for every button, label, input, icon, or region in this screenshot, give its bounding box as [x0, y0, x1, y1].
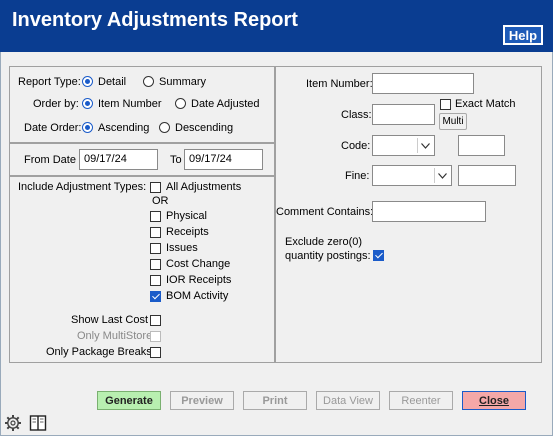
report-type-label: Report Type:	[18, 76, 81, 88]
order-by-date-adjusted-radio[interactable]	[175, 98, 186, 109]
physical-checkbox[interactable]	[150, 211, 161, 222]
physical-label[interactable]: Physical	[166, 209, 207, 223]
print-button[interactable]: Print	[243, 391, 307, 410]
date-order-ascending-label[interactable]: Ascending	[98, 121, 149, 135]
to-date-input[interactable]: 09/17/24	[184, 149, 263, 170]
reenter-button-label: Reenter	[401, 394, 441, 407]
window-title: Inventory Adjustments Report	[12, 9, 298, 31]
cost-change-checkbox[interactable]	[150, 259, 161, 270]
date-order-label: Date Order:	[24, 122, 82, 134]
close-button-label: Close	[479, 394, 509, 407]
comment-contains-input[interactable]	[372, 201, 486, 222]
date-order-ascending-radio[interactable]	[82, 122, 93, 133]
or-label: OR	[152, 195, 169, 207]
exclude-zero-label-line2: quantity postings:	[285, 250, 371, 262]
only-package-breaks-checkbox[interactable]	[150, 347, 161, 358]
fine-label: Fine:	[345, 170, 370, 182]
exclude-zero-checkbox[interactable]	[373, 250, 384, 261]
order-by-item-number-radio[interactable]	[82, 98, 93, 109]
multi-button[interactable]: Multi	[439, 113, 467, 130]
close-button[interactable]: Close	[462, 391, 526, 410]
to-date-label: To	[170, 154, 182, 166]
item-number-input[interactable]	[372, 73, 474, 94]
order-by-label: Order by:	[33, 98, 79, 110]
chevron-down-icon	[434, 168, 449, 183]
cost-change-label[interactable]: Cost Change	[166, 257, 230, 271]
book-icon[interactable]	[29, 414, 47, 432]
show-last-cost-checkbox[interactable]	[150, 315, 161, 326]
comment-contains-label: Comment Contains:	[276, 206, 374, 218]
issues-checkbox[interactable]	[150, 243, 161, 254]
exact-match-checkbox[interactable]	[440, 99, 451, 110]
code-label: Code:	[341, 140, 371, 152]
help-button[interactable]: Help	[503, 25, 543, 45]
from-date-label: From Date	[24, 154, 76, 166]
show-last-cost-label[interactable]: Show Last Cost	[71, 313, 148, 327]
order-by-item-number-label[interactable]: Item Number	[98, 97, 162, 111]
data-view-button-label: Data View	[323, 394, 373, 407]
report-type-summary-label[interactable]: Summary	[159, 75, 206, 89]
report-type-detail-label[interactable]: Detail	[98, 75, 126, 89]
exclude-zero-label-line1: Exclude zero(0)	[285, 236, 363, 248]
preview-button-label: Preview	[181, 394, 223, 407]
issues-label[interactable]: Issues	[166, 241, 198, 255]
bom-activity-checkbox[interactable]	[150, 291, 161, 302]
order-by-date-adjusted-label[interactable]: Date Adjusted	[191, 97, 260, 111]
from-date-input[interactable]: 09/17/24	[79, 149, 158, 170]
item-number-label: Item Number:	[306, 78, 373, 90]
ior-receipts-label[interactable]: IOR Receipts	[166, 273, 231, 287]
only-multistore-checkbox	[150, 331, 161, 342]
bom-activity-label[interactable]: BOM Activity	[166, 289, 228, 303]
generate-button-label: Generate	[105, 394, 153, 407]
date-order-descending-label[interactable]: Descending	[175, 121, 233, 135]
code-select[interactable]	[372, 135, 435, 156]
data-view-button[interactable]: Data View	[316, 391, 380, 410]
print-button-label: Print	[262, 394, 288, 407]
receipts-label[interactable]: Receipts	[166, 225, 209, 239]
adjustment-types-label: Include Adjustment Types:	[18, 181, 147, 193]
reenter-button[interactable]: Reenter	[389, 391, 453, 410]
class-label: Class:	[341, 109, 372, 121]
fine-select[interactable]	[372, 165, 452, 186]
report-type-summary-radio[interactable]	[143, 76, 154, 87]
fine-text-input[interactable]	[458, 165, 516, 186]
all-adjustments-label[interactable]: All Adjustments	[166, 180, 241, 194]
report-type-detail-radio[interactable]	[82, 76, 93, 87]
class-input[interactable]	[372, 104, 435, 125]
receipts-checkbox[interactable]	[150, 227, 161, 238]
only-multistore-label: Only MultiStore	[77, 330, 153, 342]
code-text-input[interactable]	[458, 135, 505, 156]
gear-icon[interactable]	[4, 414, 22, 432]
generate-button[interactable]: Generate	[97, 391, 161, 410]
ior-receipts-checkbox[interactable]	[150, 275, 161, 286]
date-order-descending-radio[interactable]	[159, 122, 170, 133]
all-adjustments-checkbox[interactable]	[150, 182, 161, 193]
preview-button[interactable]: Preview	[170, 391, 234, 410]
chevron-down-icon	[417, 138, 432, 153]
only-package-breaks-label[interactable]: Only Package Breaks	[46, 345, 152, 359]
exact-match-label[interactable]: Exact Match	[455, 97, 516, 111]
